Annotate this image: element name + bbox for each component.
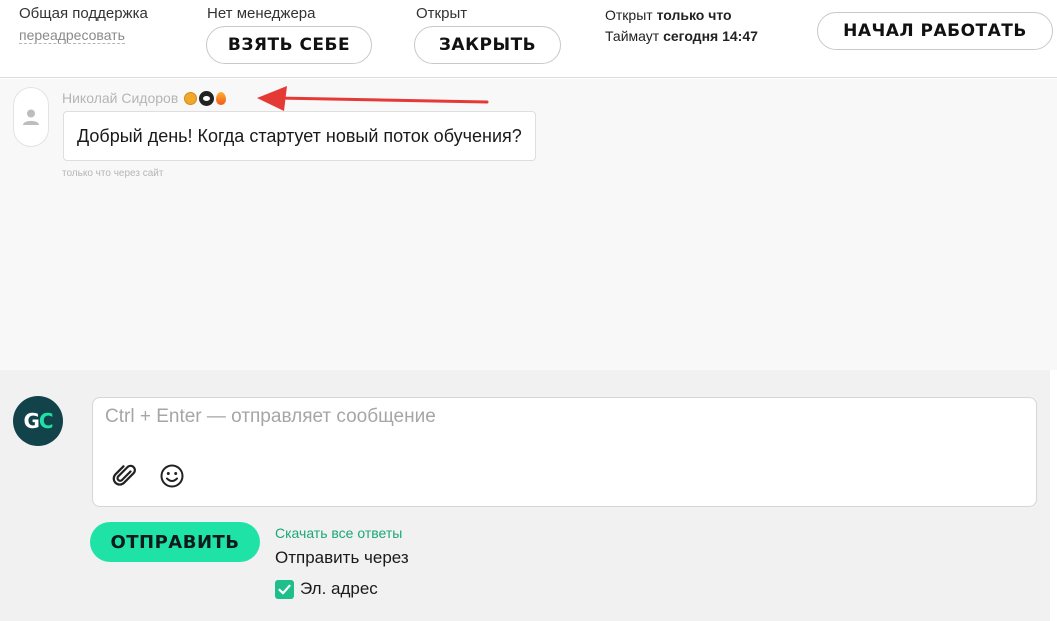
manager-label: Нет менеджера	[207, 5, 316, 22]
timeout-status: Таймаут сегодня 14:47	[605, 28, 758, 44]
group-section: Общая поддержка переадресовать	[19, 6, 148, 45]
state-label: Открыт	[416, 5, 468, 22]
user-icon	[23, 109, 39, 125]
manager-section: Нет менеджера	[207, 6, 315, 22]
message-meta: только что через сайт	[62, 168, 164, 179]
group-label: Общая поддержка	[19, 5, 148, 22]
ticket-status: Открыт только что Таймаут сегодня 14:47	[605, 5, 758, 47]
emoji-icon[interactable]	[158, 462, 186, 490]
state-section: Открыт	[416, 6, 467, 22]
redirect-link[interactable]: переадресовать	[19, 27, 125, 44]
download-all-answers-link[interactable]: Скачать все ответы	[275, 525, 402, 541]
author-name[interactable]: Николай Сидоров	[62, 90, 178, 106]
operator-avatar: GC	[13, 396, 63, 446]
red-arrow-icon	[257, 86, 489, 111]
message-author-row: Николай Сидоров	[62, 89, 228, 107]
reply-input[interactable]	[105, 406, 1020, 446]
checkmark-icon	[278, 584, 291, 594]
email-channel-label: Эл. адрес	[300, 579, 378, 598]
message-text: Добрый день! Когда стартует новый поток …	[77, 125, 522, 146]
take-ticket-button[interactable]: ВЗЯТЬ СЕБЕ	[206, 26, 372, 64]
email-checkbox[interactable]	[275, 579, 294, 599]
opened-status: Открыт только что	[605, 7, 732, 23]
reply-box	[92, 397, 1037, 507]
client-avatar	[13, 87, 49, 147]
paperclip-icon[interactable]	[111, 462, 139, 490]
reply-composer: GC ОТПРАВИТЬ Скачать все ответы Отправит…	[0, 370, 1050, 621]
fire-badge-icon	[216, 91, 227, 105]
channel-email-option[interactable]: Эл. адрес	[275, 579, 378, 599]
hexagon-badge-icon	[184, 91, 198, 105]
send-via-label: Отправить через	[275, 548, 409, 567]
start-work-button[interactable]: НАЧАЛ РАБОТАТЬ	[817, 12, 1053, 50]
chat-history: Николай Сидоров Добрый день! Когда старт…	[0, 79, 1057, 370]
send-button[interactable]: ОТПРАВИТЬ	[90, 522, 260, 562]
ticket-header: Общая поддержка переадресовать Нет менед…	[0, 0, 1057, 78]
message-bubble: Добрый день! Когда стартует новый поток …	[63, 111, 536, 161]
close-ticket-button[interactable]: ЗАКРЫТЬ	[414, 26, 561, 64]
paw-badge-icon	[199, 90, 215, 106]
